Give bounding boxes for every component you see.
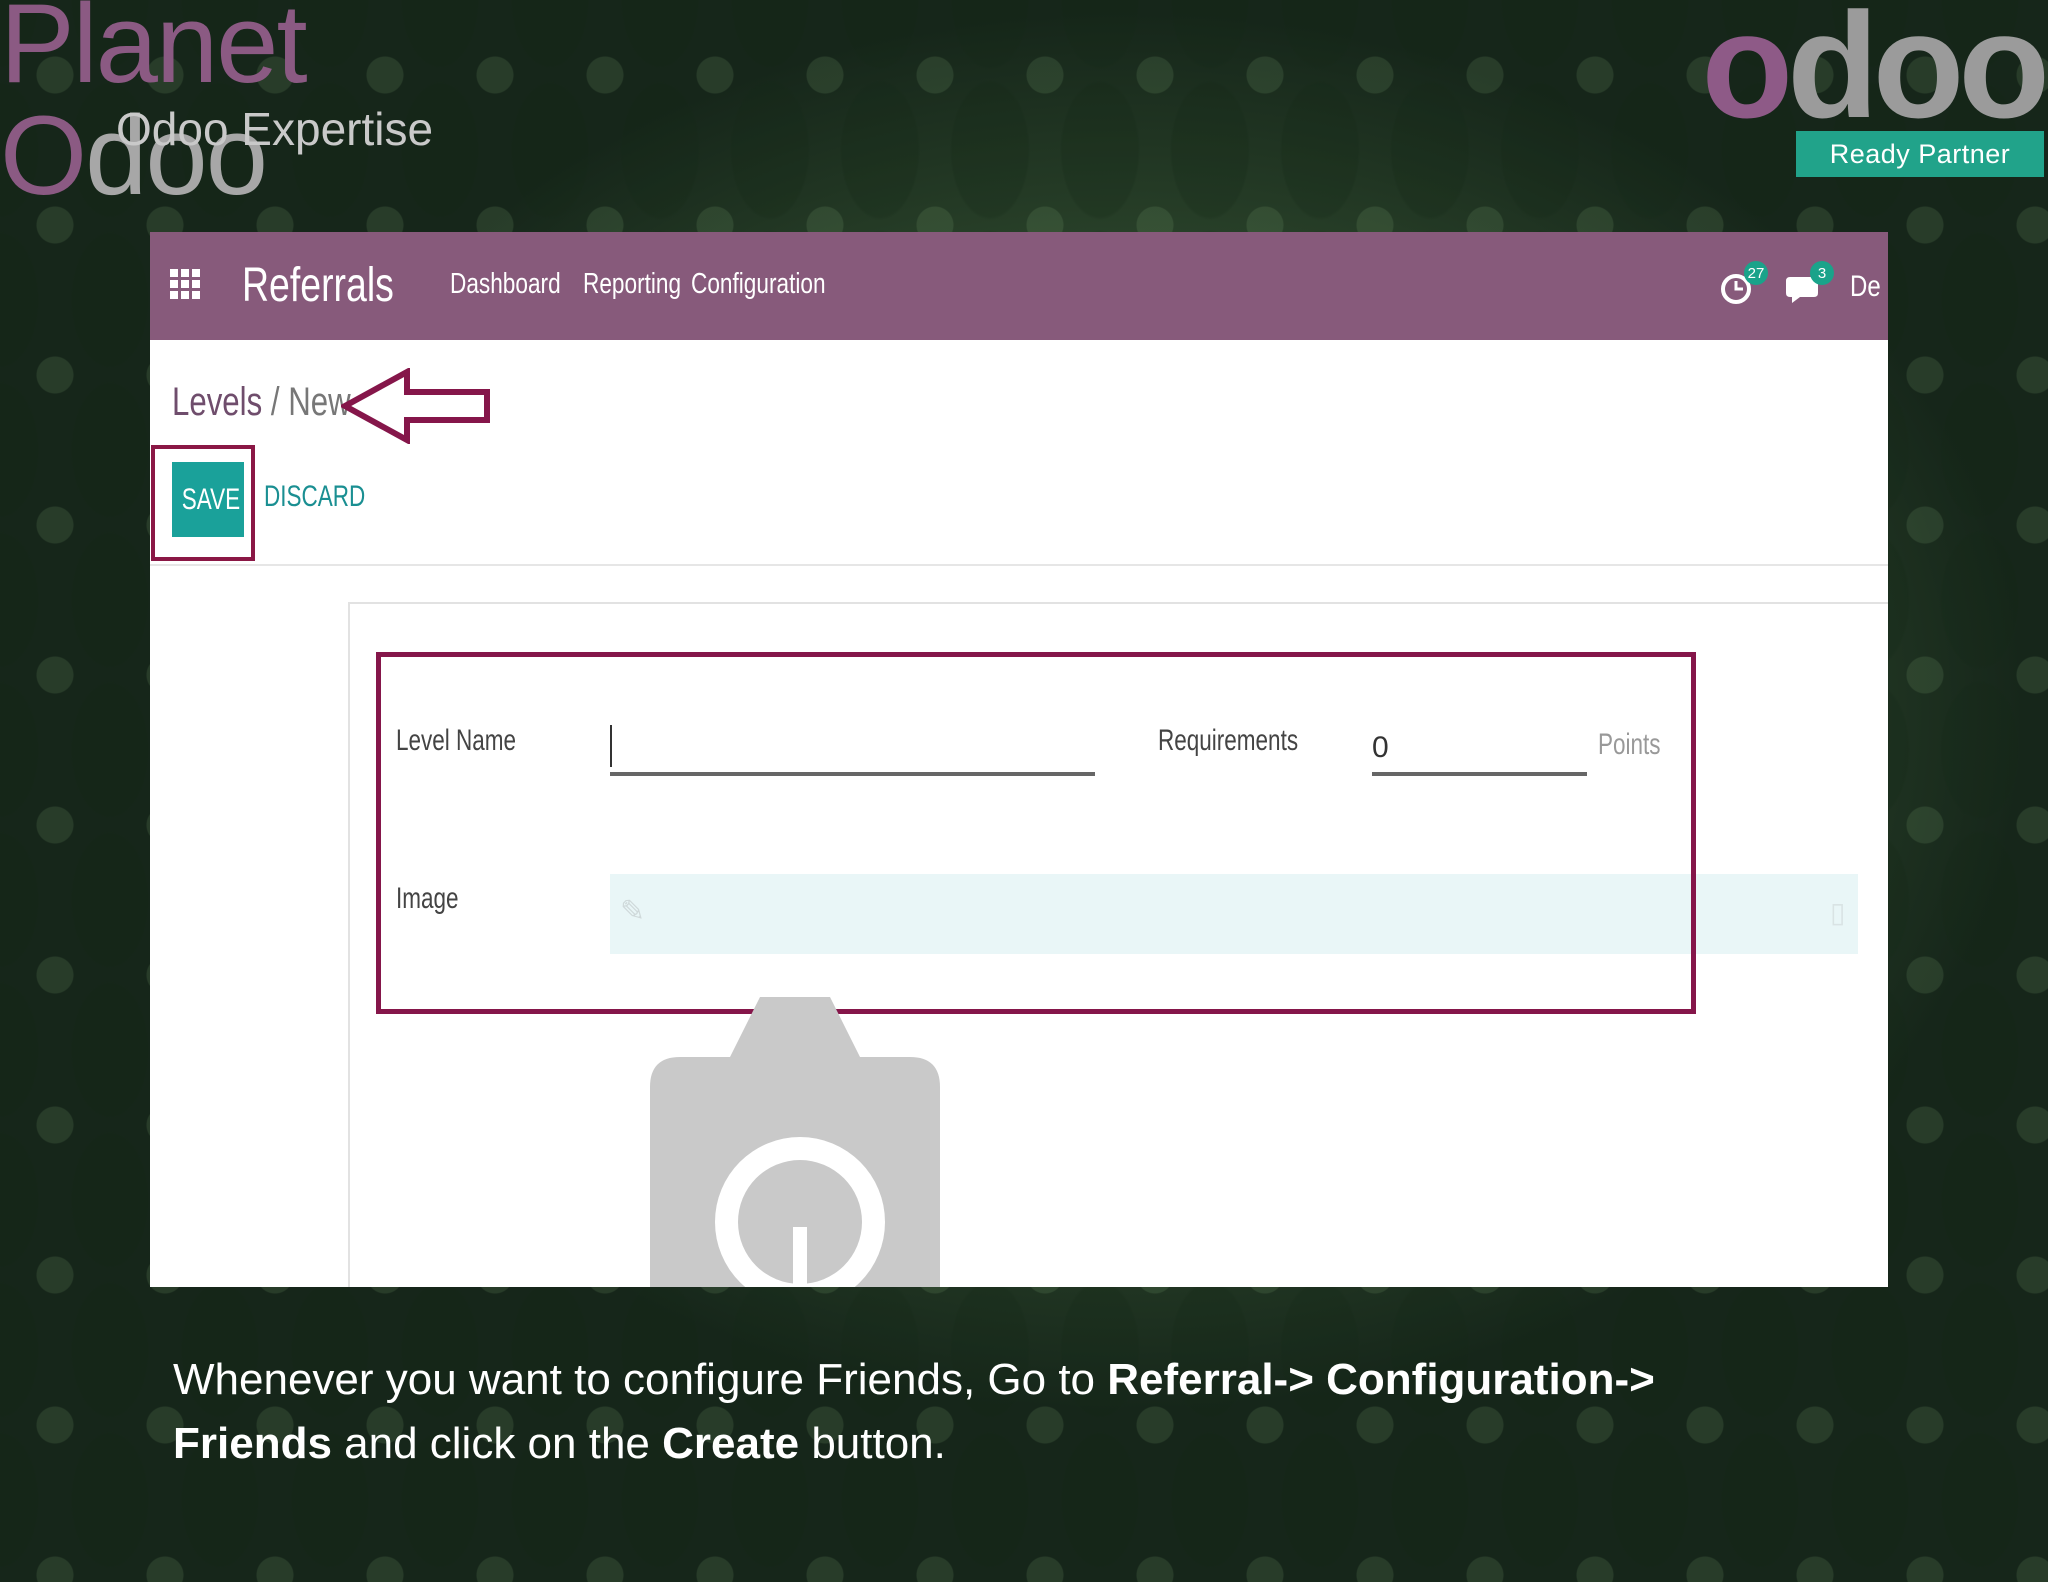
activity-count-badge: 27 (1744, 261, 1768, 285)
discard-button[interactable]: DISCARD (264, 480, 365, 514)
menu-configuration[interactable]: Configuration (691, 268, 826, 301)
instruction-caption: Whenever you want to configure Friends, … (173, 1355, 1655, 1468)
breadcrumb-levels-link[interactable]: Levels (172, 380, 262, 424)
app-title[interactable]: Referrals (242, 258, 394, 313)
breadcrumb-separator: / (270, 380, 280, 424)
form-highlight-box (376, 652, 1696, 1014)
trash-icon[interactable]: ▯ (1830, 896, 1845, 929)
save-button[interactable]: SAVE (172, 462, 244, 537)
messages-button[interactable]: 3 (1784, 261, 1834, 309)
planet-odoo-logo: Planet Odoo Odoo Expertise (0, 0, 560, 212)
menu-reporting[interactable]: Reporting (583, 268, 681, 301)
user-menu[interactable]: Dem (1850, 270, 1880, 304)
odoo-ready-partner-logo: odoo Ready Partner (1608, 0, 2048, 180)
main-menu: Dashboard Reporting Configuration (450, 268, 826, 301)
breadcrumb: Levels / New (172, 380, 351, 425)
camera-placeholder-icon (650, 997, 940, 1287)
systray: 27 3 Dem (1718, 261, 1888, 312)
message-count-badge: 3 (1810, 261, 1834, 285)
activity-button[interactable]: 27 (1718, 261, 1768, 309)
odoo-screenshot-panel: Referrals Dashboard Reporting Configurat… (150, 232, 1888, 1287)
annotation-arrow-icon (341, 368, 490, 444)
planet-odoo-subtitle: Odoo Expertise (116, 103, 434, 155)
odoo-wordmark: odoo (1701, 0, 2048, 149)
control-panel-divider (150, 564, 1888, 566)
ready-partner-badge: Ready Partner (1796, 131, 2044, 177)
top-navbar: Referrals Dashboard Reporting Configurat… (150, 232, 1888, 340)
menu-dashboard[interactable]: Dashboard (450, 268, 561, 301)
apps-grid-icon[interactable] (170, 269, 200, 299)
